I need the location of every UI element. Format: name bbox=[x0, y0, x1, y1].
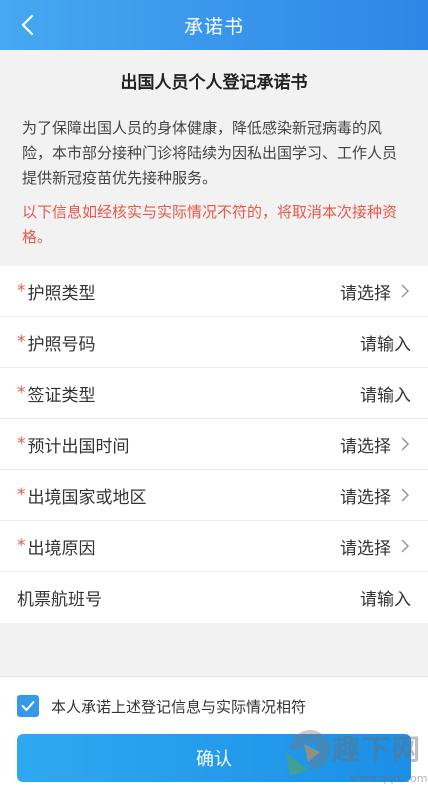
warning-text: 以下信息如经核实与实际情况不符的，将取消本次接种资格。 bbox=[22, 203, 398, 246]
required-mark: * bbox=[17, 332, 26, 352]
chevron-right-icon bbox=[401, 488, 410, 502]
exit-reason-row[interactable]: * 出境原因 请选择 bbox=[0, 521, 428, 572]
back-arrow-icon bbox=[21, 14, 34, 36]
destination-row[interactable]: * 出境国家或地区 请选择 bbox=[0, 470, 428, 521]
departure-time-value: 请选择 bbox=[340, 436, 391, 457]
required-mark: * bbox=[17, 434, 26, 454]
back-button[interactable] bbox=[10, 8, 44, 42]
agree-checkbox[interactable] bbox=[17, 695, 39, 717]
flight-number-row[interactable]: 机票航班号 请输入 bbox=[0, 572, 428, 623]
registration-form: * 护照类型 请选择 * 护照号码 请输入 * 签证类型 请输入 * 预计出国时间 请选… bbox=[0, 266, 428, 623]
departure-time-row[interactable]: * 预计出国时间 请选择 bbox=[0, 419, 428, 470]
confirm-button[interactable]: 确认 bbox=[17, 734, 411, 782]
required-mark: * bbox=[17, 536, 26, 556]
passport-number-input[interactable]: 请输入 bbox=[360, 330, 411, 355]
visa-type-input[interactable]: 请输入 bbox=[360, 381, 411, 406]
chevron-right-icon bbox=[401, 284, 410, 298]
visa-type-row[interactable]: * 签证类型 请输入 bbox=[0, 368, 428, 419]
page-title: 承诺书 bbox=[183, 15, 244, 38]
destination-label: 出境国家或地区 bbox=[27, 487, 147, 508]
document-title: 出国人员个人登记承诺书 bbox=[120, 73, 308, 93]
required-mark: * bbox=[17, 485, 26, 505]
description-text: 为了保障出国人员的身体健康，降低感染新冠病毒的风险，本市部分接种门诊将陆续为因私… bbox=[22, 119, 398, 187]
destination-value: 请选择 bbox=[340, 487, 391, 508]
agree-checkbox-row[interactable]: 本人承诺上述登记信息与实际情况相符 bbox=[17, 695, 306, 717]
checkmark-icon bbox=[21, 701, 35, 711]
chevron-right-icon bbox=[401, 437, 410, 451]
passport-type-row[interactable]: * 护照类型 请选择 bbox=[0, 266, 428, 317]
chevron-right-icon bbox=[401, 539, 410, 553]
passport-type-value: 请选择 bbox=[340, 283, 391, 304]
flight-number-input[interactable]: 请输入 bbox=[360, 585, 411, 610]
passport-type-label: 护照类型 bbox=[27, 283, 96, 304]
visa-type-label: 签证类型 bbox=[27, 385, 96, 406]
agree-label: 本人承诺上述登记信息与实际情况相符 bbox=[51, 697, 307, 716]
passport-number-label: 护照号码 bbox=[27, 334, 96, 355]
required-mark: * bbox=[17, 383, 26, 403]
required-mark: * bbox=[17, 281, 26, 301]
intro-section: 出国人员个人登记承诺书 为了保障出国人员的身体健康，降低感染新冠病毒的风险，本市… bbox=[0, 50, 428, 263]
departure-time-label: 预计出国时间 bbox=[27, 436, 130, 457]
passport-number-row[interactable]: * 护照号码 请输入 bbox=[0, 317, 428, 368]
exit-reason-label: 出境原因 bbox=[27, 538, 96, 559]
flight-number-label: 机票航班号 bbox=[17, 590, 102, 610]
app-header: 承诺书 bbox=[0, 0, 428, 50]
footer-bar: 本人承诺上述登记信息与实际情况相符 确认 bbox=[0, 676, 428, 795]
exit-reason-value: 请选择 bbox=[340, 538, 391, 559]
